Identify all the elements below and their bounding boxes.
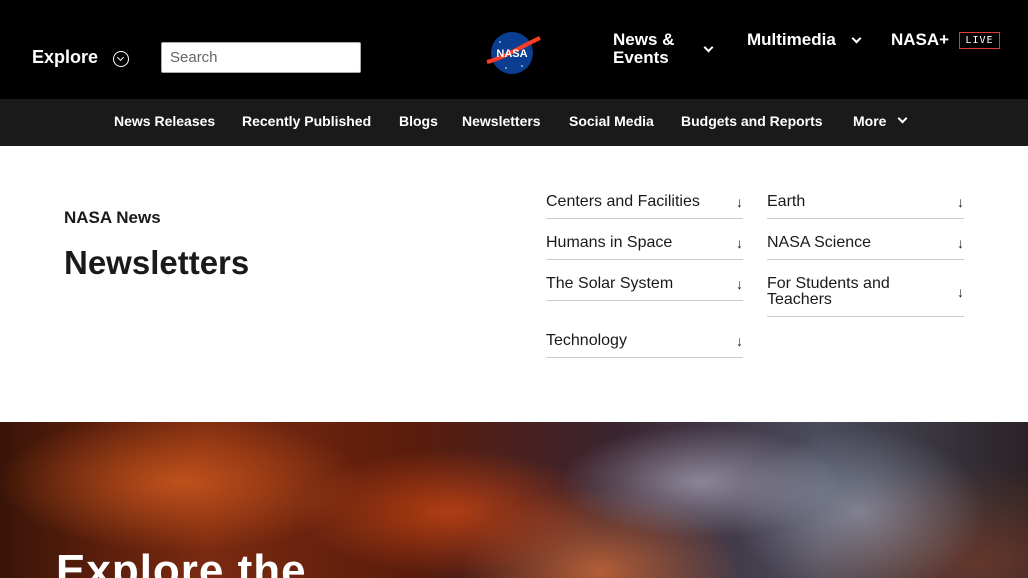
arrow-down-icon: ↓ xyxy=(736,333,743,349)
topic-link-centers-facilities[interactable]: Centers and Facilities ↓ xyxy=(546,194,743,219)
topic-label: Humans in Space xyxy=(546,234,673,251)
topic-link-humans-in-space[interactable]: Humans in Space ↓ xyxy=(546,235,743,260)
subnav-more[interactable]: More xyxy=(853,113,886,129)
hero-banner: Explore the xyxy=(0,422,1028,578)
subnav-blogs[interactable]: Blogs xyxy=(399,113,438,129)
arrow-down-icon: ↓ xyxy=(736,276,743,292)
topic-link-solar-system[interactable]: The Solar System ↓ xyxy=(546,276,743,301)
topic-link-nasa-science[interactable]: NASA Science ↓ xyxy=(767,235,964,260)
nav-multimedia[interactable]: Multimedia xyxy=(747,31,836,49)
arrow-down-icon: ↓ xyxy=(736,235,743,251)
arrow-down-icon: ↓ xyxy=(957,235,964,251)
logo-text: NASA xyxy=(496,48,527,60)
hero-title: Explore the xyxy=(56,546,307,578)
topic-label: The Solar System xyxy=(546,275,674,292)
chevron-down-circle-icon[interactable] xyxy=(113,51,129,67)
live-badge[interactable]: LIVE xyxy=(959,32,1000,49)
explore-menu-button[interactable]: Explore xyxy=(32,47,98,68)
chevron-down-icon[interactable] xyxy=(897,113,908,124)
site-header: Explore NASA News & Events Multimedia NA… xyxy=(0,0,1028,99)
search-input[interactable] xyxy=(161,42,361,73)
topic-label: Centers and Facilities xyxy=(546,193,700,210)
page-title: Newsletters xyxy=(64,244,250,281)
topic-label: Earth xyxy=(767,193,806,210)
nav-news-events[interactable]: News & Events xyxy=(613,31,693,67)
topic-label: For Students and Teachers xyxy=(767,275,890,308)
nav-nasa-plus[interactable]: NASA+ xyxy=(891,31,949,49)
topic-link-technology[interactable]: Technology ↓ xyxy=(546,333,743,358)
arrow-down-icon: ↓ xyxy=(957,194,964,210)
subnav-newsletters[interactable]: Newsletters xyxy=(462,113,541,129)
subnav-recently-published[interactable]: Recently Published xyxy=(242,113,371,129)
chevron-down-icon[interactable] xyxy=(703,42,714,53)
chevron-down-icon[interactable] xyxy=(851,33,862,44)
topic-link-earth[interactable]: Earth ↓ xyxy=(767,194,964,219)
secondary-nav: News Releases Recently Published Blogs N… xyxy=(0,99,1028,146)
breadcrumb[interactable]: NASA News xyxy=(64,208,161,228)
topic-label: NASA Science xyxy=(767,234,872,251)
topic-link-students-teachers[interactable]: For Students and Teachers ↓ xyxy=(767,276,964,317)
subnav-news-releases[interactable]: News Releases xyxy=(114,113,215,129)
nasa-logo-icon[interactable]: NASA xyxy=(484,28,542,78)
arrow-down-icon: ↓ xyxy=(736,194,743,210)
topic-label: Technology xyxy=(546,332,627,349)
subnav-budgets-reports[interactable]: Budgets and Reports xyxy=(681,113,823,129)
subnav-social-media[interactable]: Social Media xyxy=(569,113,654,129)
arrow-down-icon: ↓ xyxy=(957,284,964,300)
